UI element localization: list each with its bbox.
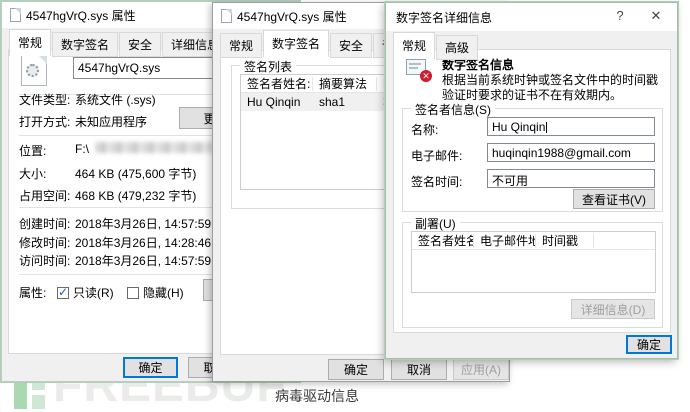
location-label: 位置: [19,142,46,159]
help-icon[interactable]: ? [605,3,635,28]
tab-security[interactable]: 安全 [119,32,161,57]
countersignature-table-header: 签名者姓名: 电子邮件地... 时间戳 [412,232,655,250]
location-value: F:\ [75,142,89,156]
right-ok-button[interactable]: 确定 [626,335,672,354]
certificate-error-icon: ✕ [406,58,430,80]
col-timestamp: 时间戳 [536,234,594,248]
size-value: 464 KB (475,600 字节) [75,165,196,182]
name-label: 名称: [411,121,438,138]
hidden-checkbox-box[interactable] [127,287,139,299]
close-icon[interactable]: ✕ [641,3,671,28]
tab-general[interactable]: 常规 [9,29,51,56]
left-dialog-title: 4547hgVrQ.sys 属性 [26,7,136,24]
tab-general[interactable]: 常规 [393,32,435,59]
right-dialog-title: 数字签名详细信息 [396,9,492,26]
right-tab-panel: ✕ 数字签名信息 根据当前系统时钟或签名文件中的时间戳验证时要求的证书不在有效期… [393,49,671,333]
hidden-checkbox-label: 隐藏(H) [143,286,184,300]
created-label: 创建时间: [19,215,70,232]
size-on-disk-label: 占用空间: [19,187,70,204]
signing-time-input[interactable]: 不可用 [487,169,655,188]
accessed-label: 访问时间: [19,252,70,269]
col-digest-algorithm: 摘要算法 [313,77,377,91]
col-empty [594,234,655,248]
size-label: 大小: [19,165,46,182]
readonly-checkbox-label: 只读(R) [73,286,114,300]
attributes-label: 属性: [19,284,46,301]
file-icon [10,8,21,22]
countersignature-details-button[interactable]: 详细信息(D) [571,299,655,319]
tab-digital-signatures[interactable]: 数字签名 [263,30,329,57]
file-type-value: 系统文件 (.sys) [75,91,156,108]
middle-dialog-title: 4547hgVrQ.sys 属性 [237,8,347,25]
email-input[interactable]: huqinqin1988@gmail.com [487,143,655,162]
hidden-checkbox[interactable]: 隐藏(H) [127,284,184,301]
accessed-value: 2018年3月26日, 14:57:59 [75,252,211,269]
image-caption: 病毒驱动信息 [237,386,397,406]
signature-list-label: 签名列表 [240,58,296,75]
readonly-checkbox-box[interactable] [57,287,69,299]
modified-label: 修改时间: [19,234,70,251]
readonly-checkbox[interactable]: 只读(R) [57,284,114,301]
size-on-disk-value: 468 KB (479,232 字节) [75,187,196,204]
cell-signer-name: Hu Qinqin [241,95,313,109]
location-redacted-blur [95,142,213,153]
file-type-label: 文件类型: [19,91,70,108]
countersignature-table[interactable]: 签名者姓名: 电子邮件地... 时间戳 [411,231,656,293]
open-with-label: 打开方式: [19,113,70,130]
open-with-value: 未知应用程序 [75,113,147,130]
digital-signature-details-dialog: 数字签名详细信息 ? ✕ 常规高级 ✕ 数字签名信息 根据当前系统时钟或签名文件… [385,2,678,359]
right-tab-strip: 常规高级 [393,32,479,53]
tab-general[interactable]: 常规 [220,33,262,58]
signer-info-group: 签名者信息(S) 名称: Hu Qinqin 电子邮件: huqinqin198… [402,108,663,212]
tab-digital-signatures[interactable]: 数字签名 [52,32,118,57]
signer-info-label: 签名者信息(S) [411,101,495,118]
signature-info-message: 根据当前系统时钟或签名文件中的时间戳验证时要求的证书不在有效期内。 [442,73,664,103]
view-certificate-button[interactable]: 查看证书(V) [573,189,655,209]
email-label: 电子邮件: [411,147,462,164]
middle-apply-button[interactable]: 应用(A) [453,359,509,380]
modified-value: 2018年3月26日, 14:28:46 [75,234,211,251]
tab-security[interactable]: 安全 [330,33,372,58]
signing-time-label: 签名时间: [411,173,462,190]
middle-ok-button[interactable]: 确定 [328,359,384,380]
col-signer-name: 签名者姓名: [241,77,313,91]
cell-digest-algorithm: sha1 [313,95,377,109]
file-icon [221,9,232,23]
col-email-address: 电子邮件地... [474,234,536,248]
left-ok-button[interactable]: 确定 [123,357,178,378]
created-value: 2018年3月26日, 14:57:59 [75,215,211,232]
tab-advanced[interactable]: 高级 [436,35,478,60]
middle-cancel-button[interactable]: 取消 [391,359,447,380]
sys-file-icon [21,54,47,86]
col-signer-name: 签名者姓名: [412,234,474,248]
countersignatures-label: 副署(U) [411,215,460,232]
name-input[interactable]: Hu Qinqin [487,117,655,136]
countersignatures-group: 副署(U) 签名者姓名: 电子邮件地... 时间戳 详细信息(D) [402,222,663,328]
